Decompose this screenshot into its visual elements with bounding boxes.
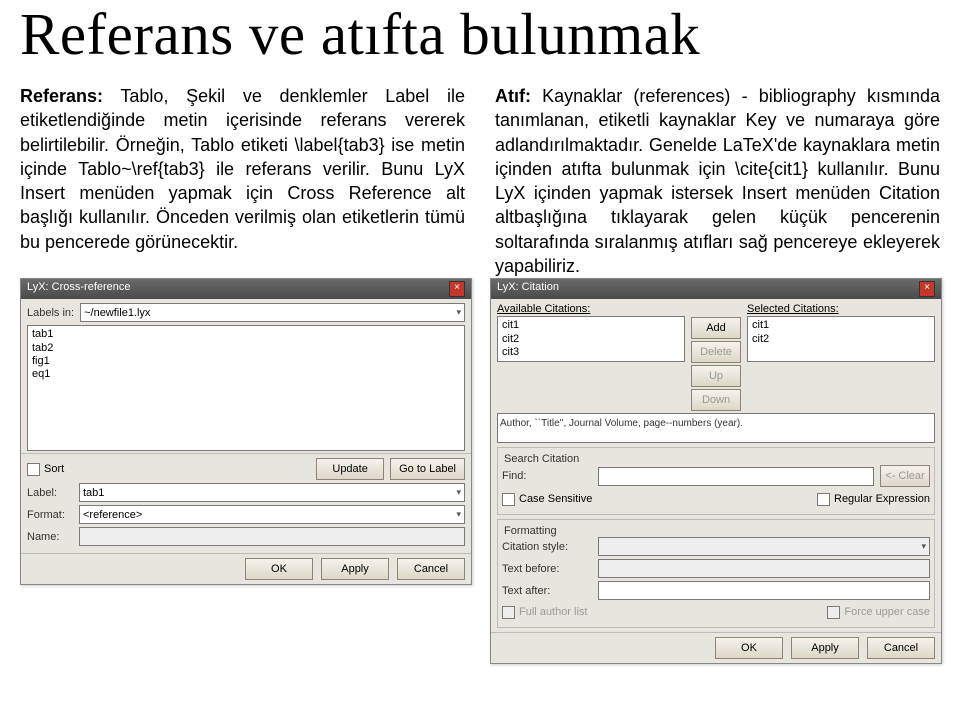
citation-cancel-button[interactable]: Cancel (867, 637, 935, 659)
text-after-input[interactable] (598, 581, 930, 600)
labels-in-combo[interactable]: ~/newfile1.lyx (80, 303, 465, 322)
crossref-dialog: LyX: Cross-reference × Labels in: ~/newf… (20, 278, 472, 585)
delete-button[interactable]: Delete (691, 341, 741, 363)
right-column-text: Atıf: Atıf: Kaynaklar (references) - bib… (495, 84, 940, 278)
left-column-text: Referans: Referans: Tablo, Şekil ve denk… (20, 84, 465, 278)
regex-checkbox[interactable]: Regular Expression (817, 493, 930, 506)
name-label: Name: (27, 531, 73, 543)
text-before-label: Text before: (502, 563, 592, 575)
citation-style-label: Citation style: (502, 541, 592, 553)
author-preview: Author, ``Title'', Journal Volume, page-… (497, 413, 935, 443)
label-combo[interactable]: tab1 (79, 483, 465, 502)
goto-label-button[interactable]: Go to Label (390, 458, 465, 480)
crossref-title: LyX: Cross-reference (27, 281, 131, 297)
force-upper-checkbox: Force upper case (827, 606, 930, 619)
clear-button[interactable]: <- Clear (880, 465, 930, 487)
crossref-titlebar: LyX: Cross-reference × (21, 279, 471, 299)
citation-style-combo (598, 537, 930, 556)
labels-listbox[interactable]: tab1 tab2 fig1 eq1 (27, 325, 465, 451)
list-item[interactable]: fig1 (32, 355, 460, 368)
available-label: Available Citations: (497, 303, 685, 315)
page-title: Referans ve atıfta bulunmak (20, 0, 940, 69)
selected-listbox[interactable]: cit1 cit2 (747, 316, 935, 362)
list-item[interactable]: cit3 (502, 346, 680, 359)
format-label: Format: (27, 509, 73, 521)
ok-button[interactable]: OK (245, 558, 313, 580)
down-button[interactable]: Down (691, 389, 741, 411)
apply-button[interactable]: Apply (321, 558, 389, 580)
label-label: Label: (27, 487, 73, 499)
close-icon[interactable]: × (449, 281, 465, 297)
citation-titlebar: LyX: Citation × (491, 279, 941, 299)
list-item[interactable]: cit2 (752, 333, 930, 346)
search-group: Search Citation Find: <- Clear Case Sens… (497, 447, 935, 515)
find-input[interactable] (598, 467, 874, 486)
list-item[interactable]: tab2 (32, 342, 460, 355)
selected-label: Selected Citations: (747, 303, 935, 315)
citation-title: LyX: Citation (497, 281, 559, 297)
list-item[interactable]: cit1 (752, 319, 930, 332)
citation-dialog: LyX: Citation × Available Citations: cit… (490, 278, 942, 664)
citation-apply-button[interactable]: Apply (791, 637, 859, 659)
list-item[interactable]: cit1 (502, 319, 680, 332)
list-item[interactable]: tab1 (32, 328, 460, 341)
formatting-group: Formatting Citation style: Text before: … (497, 519, 935, 628)
update-button[interactable]: Update (316, 458, 384, 480)
close-icon[interactable]: × (919, 281, 935, 297)
text-after-label: Text after: (502, 585, 592, 597)
up-button[interactable]: Up (691, 365, 741, 387)
add-button[interactable]: Add (691, 317, 741, 339)
sort-checkbox[interactable]: Sort (27, 463, 64, 476)
list-item[interactable]: cit2 (502, 333, 680, 346)
format-combo[interactable]: <reference> (79, 505, 465, 524)
name-input (79, 527, 465, 546)
text-before-input (598, 559, 930, 578)
citation-ok-button[interactable]: OK (715, 637, 783, 659)
cancel-button[interactable]: Cancel (397, 558, 465, 580)
available-listbox[interactable]: cit1 cit2 cit3 (497, 316, 685, 362)
full-author-checkbox: Full author list (502, 606, 587, 619)
list-item[interactable]: eq1 (32, 368, 460, 381)
case-sensitive-checkbox[interactable]: Case Sensitive (502, 493, 592, 506)
labels-in-label: Labels in: (27, 307, 74, 319)
find-label: Find: (502, 470, 592, 482)
